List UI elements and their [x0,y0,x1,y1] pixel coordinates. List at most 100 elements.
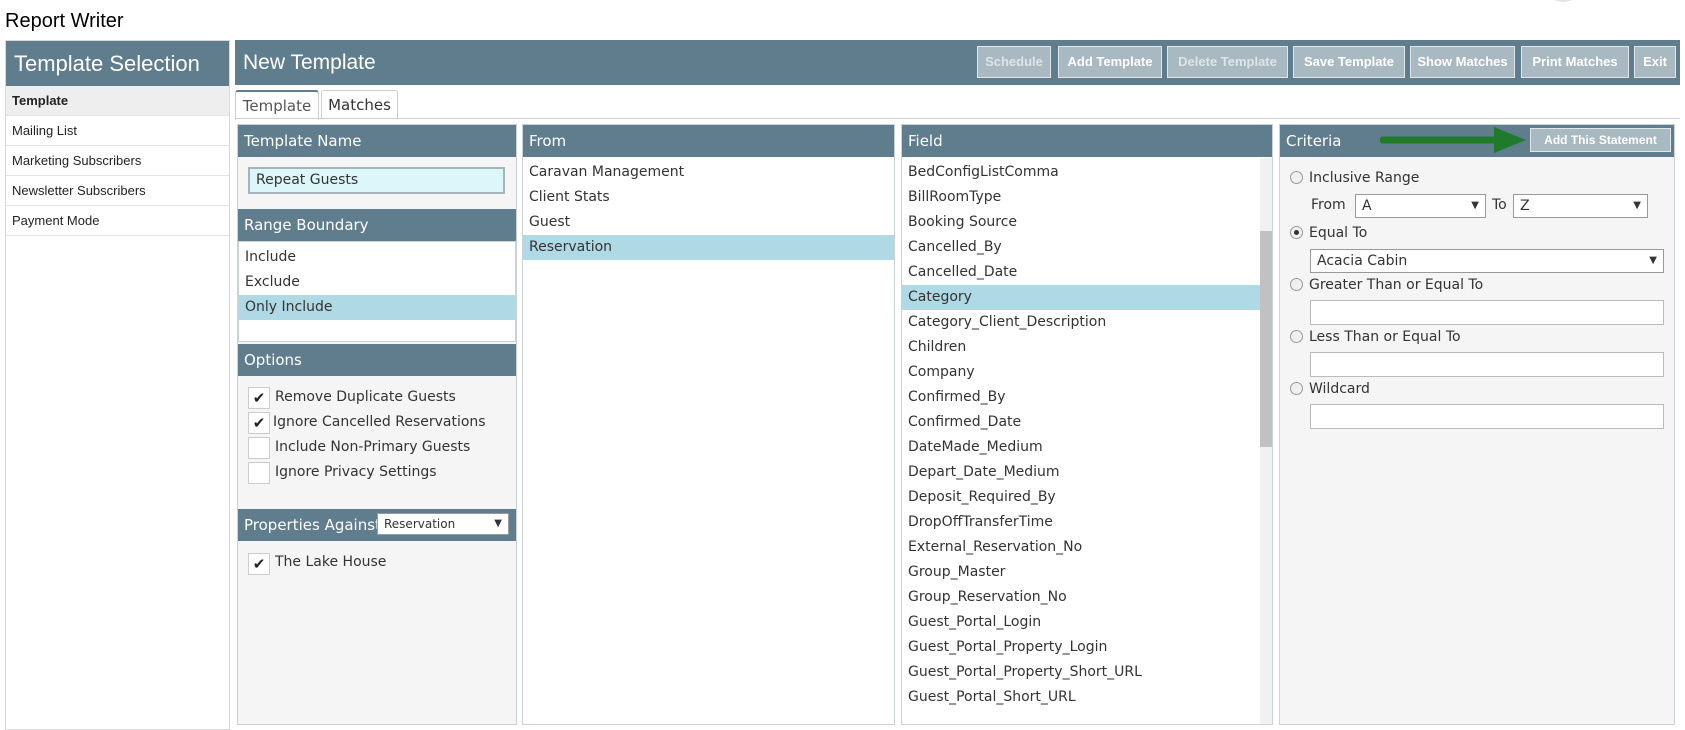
show-matches-button[interactable]: Show Matches [1410,46,1515,78]
field-item[interactable]: Guest_Portal_Property_Login [902,635,1261,660]
app-title: Report Writer [5,10,124,32]
print-matches-button[interactable]: Print Matches [1521,46,1629,78]
field-item[interactable]: Children [902,335,1261,360]
inclusive-range-label: Inclusive Range [1309,170,1420,186]
field-item[interactable]: Company [902,360,1261,385]
range-from-select[interactable]: A ▼ [1355,194,1486,218]
field-item[interactable]: Category_Client_Description [902,310,1261,335]
template-name-input[interactable]: Repeat Guests [248,167,505,194]
field-scrollbar[interactable] [1260,158,1272,724]
field-item[interactable]: External_Reservation_No [902,535,1261,560]
save-template-button[interactable]: Save Template [1293,46,1405,78]
from-item-reservation[interactable]: Reservation [523,235,894,260]
field-item[interactable]: Depart_Date_Medium [902,460,1261,485]
properties-against-value: Reservation [384,517,456,531]
equal-to-label: Equal To [1309,225,1368,241]
options-header: Options [238,344,516,376]
greater-than-label: Greater Than or Equal To [1309,277,1484,293]
inclusive-range-radio[interactable] [1290,171,1303,184]
greater-than-radio[interactable] [1290,278,1303,291]
from-label: From [1311,197,1346,213]
range-to-value: Z [1520,198,1530,214]
greater-than-input[interactable] [1310,300,1664,325]
sidebar-item-marketing-subscribers[interactable]: Marketing Subscribers [6,146,229,176]
schedule-button[interactable]: Schedule [977,46,1051,78]
delete-template-button[interactable]: Delete Template [1167,46,1288,78]
chevron-down-icon: ▼ [494,518,502,529]
add-this-statement-button[interactable]: Add This Statement [1530,128,1671,152]
include-non-primary-guests-checkbox[interactable] [248,437,270,459]
ignore-privacy-settings-label: Ignore Privacy Settings [275,464,437,480]
range-boundary-header: Range Boundary [238,209,516,241]
properties-against-label: Properties Against [244,516,381,534]
remove-duplicate-guests-checkbox[interactable]: ✔ [248,387,270,409]
from-item-caravan-management[interactable]: Caravan Management [523,160,894,185]
criteria-panel: Criteria Add This Statement Inclusive Ra… [1279,124,1675,725]
ignore-cancelled-reservations-label: Ignore Cancelled Reservations [273,414,486,430]
the-lake-house-checkbox[interactable]: ✔ [248,553,270,575]
properties-against-select[interactable]: Reservation ▼ [377,513,509,535]
wildcard-radio[interactable] [1290,382,1303,395]
sidebar-item-template[interactable]: Template [6,86,229,116]
ignore-cancelled-reservations-checkbox[interactable]: ✔ [248,412,270,434]
field-item[interactable]: Guest_Portal_Short_URL [902,685,1261,710]
equal-to-radio[interactable] [1290,226,1303,239]
remove-duplicate-guests-label: Remove Duplicate Guests [275,389,456,405]
ignore-privacy-settings-checkbox[interactable] [248,462,270,484]
field-list: BedConfigListComma BillRoomType Booking … [902,160,1261,710]
to-label: To [1492,197,1507,213]
field-item-selected[interactable]: Category [902,285,1261,310]
sidebar-item-mailing-list[interactable]: Mailing List [6,116,229,146]
tab-divider [235,118,1680,119]
field-item[interactable]: Guest_Portal_Property_Short_URL [902,660,1261,685]
wildcard-label: Wildcard [1309,381,1370,397]
include-non-primary-guests-label: Include Non-Primary Guests [275,439,471,455]
sidebar-title: Template Selection [6,41,229,86]
tab-template[interactable]: Template [235,90,319,120]
template-name-header: Template Name [238,125,516,157]
range-boundary-list: Include Exclude Only Include [238,241,516,342]
field-panel: Field BedConfigListComma BillRoomType Bo… [901,124,1273,725]
field-item[interactable]: Booking Source [902,210,1261,235]
field-item[interactable]: Cancelled_By [902,235,1261,260]
template-settings-panel: Template Name Repeat Guests Range Bounda… [237,124,517,725]
equal-to-select[interactable]: Acacia Cabin ▼ [1310,249,1664,273]
field-header: Field [902,125,1272,157]
wildcard-input[interactable] [1310,404,1664,429]
field-item[interactable]: DropOffTransferTime [902,510,1261,535]
avatar[interactable] [1545,0,1581,2]
chevron-down-icon: ▼ [1471,200,1479,211]
from-header: From [523,125,894,157]
range-option-exclude[interactable]: Exclude [239,270,515,295]
exit-button[interactable]: Exit [1634,46,1676,78]
from-item-guest[interactable]: Guest [523,210,894,235]
field-item[interactable]: Group_Reservation_No [902,585,1261,610]
range-from-value: A [1362,198,1372,214]
less-than-radio[interactable] [1290,330,1303,343]
field-item[interactable]: BillRoomType [902,185,1261,210]
less-than-label: Less Than or Equal To [1309,329,1461,345]
equal-to-value: Acacia Cabin [1317,253,1408,269]
field-item[interactable]: DateMade_Medium [902,435,1261,460]
field-item[interactable]: Guest_Portal_Login [902,610,1261,635]
field-item[interactable]: BedConfigListComma [902,160,1261,185]
field-scrollbar-thumb[interactable] [1260,231,1272,447]
from-panel: From Caravan Management Client Stats Gue… [522,124,895,725]
tab-matches[interactable]: Matches [321,90,398,119]
sidebar-item-payment-mode[interactable]: Payment Mode [6,206,229,236]
less-than-input[interactable] [1310,352,1664,377]
range-to-select[interactable]: Z ▼ [1513,194,1648,218]
range-option-include[interactable]: Include [239,245,515,270]
field-item[interactable]: Confirmed_By [902,385,1261,410]
add-template-button[interactable]: Add Template [1058,46,1162,78]
chevron-down-icon: ▼ [1633,200,1641,211]
chevron-down-icon: ▼ [1649,255,1657,266]
field-item[interactable]: Deposit_Required_By [902,485,1261,510]
range-option-only-include[interactable]: Only Include [239,295,515,320]
the-lake-house-label: The Lake House [275,554,387,570]
field-item[interactable]: Cancelled_Date [902,260,1261,285]
from-item-client-stats[interactable]: Client Stats [523,185,894,210]
sidebar-item-newsletter-subscribers[interactable]: Newsletter Subscribers [6,176,229,206]
field-item[interactable]: Group_Master [902,560,1261,585]
field-item[interactable]: Confirmed_Date [902,410,1261,435]
